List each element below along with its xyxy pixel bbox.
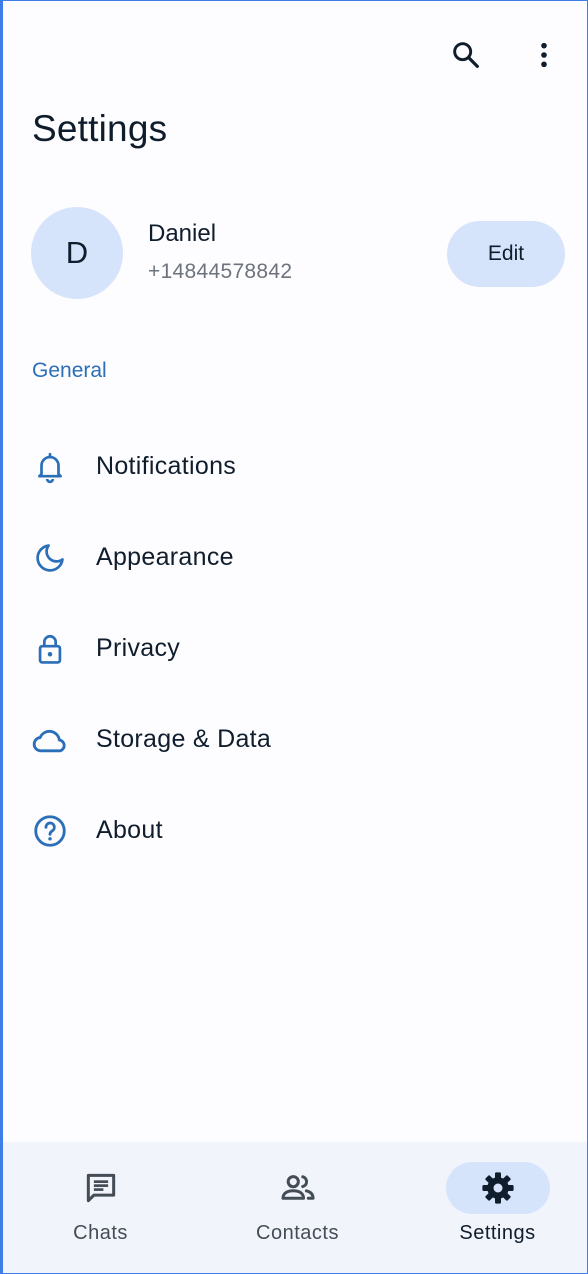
menu-item-privacy[interactable]: Privacy bbox=[3, 603, 587, 694]
menu-item-storage-data[interactable]: Storage & Data bbox=[3, 694, 587, 785]
more-vert-icon[interactable] bbox=[524, 35, 564, 75]
profile-name: Daniel bbox=[148, 220, 217, 247]
page-title: Settings bbox=[32, 108, 168, 149]
nav-item-settings[interactable]: Settings bbox=[400, 1142, 587, 1273]
bell-icon bbox=[30, 447, 70, 487]
nav-label: Settings bbox=[459, 1222, 536, 1244]
moon-icon bbox=[30, 538, 70, 578]
menu-item-label: Notifications bbox=[96, 452, 237, 480]
settings-screen: Settings D Daniel +14844578842 Edit Gene… bbox=[0, 0, 588, 1274]
help-circle-icon bbox=[30, 811, 70, 851]
nav-label: Chats bbox=[73, 1222, 128, 1244]
menu-item-label: Privacy bbox=[96, 634, 181, 662]
bottom-navigation: Chats Contacts Settings bbox=[3, 1142, 587, 1273]
nav-item-contacts[interactable]: Contacts bbox=[200, 1142, 395, 1273]
gear-icon bbox=[445, 1162, 550, 1214]
profile-phone: +14844578842 bbox=[148, 260, 293, 283]
menu-item-label: Appearance bbox=[96, 543, 234, 571]
menu-item-about[interactable]: About bbox=[3, 785, 587, 876]
lock-icon bbox=[30, 629, 70, 669]
avatar[interactable]: D bbox=[31, 207, 123, 299]
edit-profile-button[interactable]: Edit bbox=[447, 221, 565, 287]
settings-menu: Notifications Appearance Privacy Storage… bbox=[3, 421, 587, 876]
people-icon bbox=[246, 1162, 350, 1214]
menu-item-appearance[interactable]: Appearance bbox=[3, 512, 587, 603]
nav-item-chats[interactable]: Chats bbox=[3, 1142, 198, 1273]
section-header-general: General bbox=[32, 359, 107, 382]
search-icon[interactable] bbox=[446, 35, 486, 75]
menu-item-notifications[interactable]: Notifications bbox=[3, 421, 587, 512]
menu-item-label: Storage & Data bbox=[96, 725, 272, 753]
nav-label: Contacts bbox=[256, 1222, 339, 1244]
cloud-icon bbox=[30, 720, 70, 760]
chat-icon bbox=[49, 1162, 153, 1214]
profile-card[interactable]: D Daniel +14844578842 Edit bbox=[31, 207, 567, 301]
menu-item-label: About bbox=[96, 816, 163, 844]
